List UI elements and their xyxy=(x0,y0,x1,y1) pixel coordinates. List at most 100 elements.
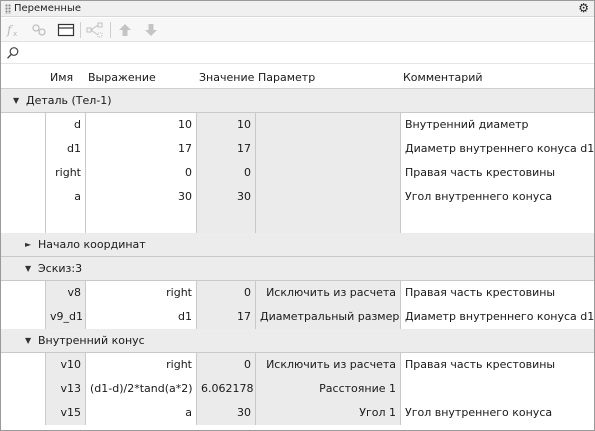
row-gutter xyxy=(1,401,45,425)
table-row[interactable]: d 10 10 Внутренний диаметр xyxy=(1,113,594,137)
search-bar xyxy=(1,43,594,64)
cell-name: v13 xyxy=(45,377,85,401)
row-gutter xyxy=(1,185,45,209)
header-comment[interactable]: Комментарий xyxy=(403,71,483,84)
table-row-new[interactable] xyxy=(1,209,594,233)
cell-expression[interactable]: right xyxy=(85,353,196,377)
cell-expression[interactable]: 10 xyxy=(85,113,196,137)
cell-comment[interactable]: Правая часть крестовины xyxy=(400,281,594,305)
group-row-sketch[interactable]: ▼ Эскиз:3 xyxy=(1,257,594,281)
cell-parameter: Угол 1 xyxy=(255,401,400,425)
cell-parameter xyxy=(255,137,400,161)
link-icon[interactable] xyxy=(30,21,48,39)
group-label: Внутренний конус xyxy=(38,334,145,347)
caret-down-icon[interactable]: ▼ xyxy=(25,336,31,345)
cell-name[interactable]: a xyxy=(45,185,85,209)
table-row[interactable]: right 0 0 Правая часть крестовины xyxy=(1,161,594,185)
caret-down-icon[interactable]: ▼ xyxy=(13,96,19,105)
row-gutter xyxy=(1,137,45,161)
cell-comment[interactable]: Правая часть крестовины xyxy=(400,353,594,377)
cell-expression[interactable]: 17 xyxy=(85,137,196,161)
cell-expression[interactable]: (d1-d)/2*tand(a*2) xyxy=(85,377,196,401)
group-row-part[interactable]: ▼ Деталь (Тел-1) xyxy=(1,89,594,113)
cell-comment[interactable]: Внутренний диаметр xyxy=(400,113,594,137)
panel-title: Переменные xyxy=(14,3,81,14)
table-row[interactable]: v15 a 30 Угол 1 Угол внутреннего конуса xyxy=(1,401,594,425)
table-icon[interactable] xyxy=(57,21,75,39)
cell-name: v10 xyxy=(45,353,85,377)
cell-name[interactable]: d xyxy=(45,113,85,137)
cell-comment[interactable]: Диаметр внутреннего конуса d1 xyxy=(400,137,594,161)
arrow-up-icon[interactable] xyxy=(116,21,134,39)
header-name[interactable]: Имя xyxy=(50,71,73,84)
cell-value: 0 xyxy=(196,161,255,185)
group-row-origin[interactable]: ► Начало координат xyxy=(1,233,594,257)
cell-parameter xyxy=(255,209,400,233)
header-value[interactable]: Значение xyxy=(199,71,254,84)
cell-value: 30 xyxy=(196,401,255,425)
cell-parameter: Диаметральный размер xyxy=(255,305,400,329)
row-gutter xyxy=(1,161,45,185)
cell-expression[interactable]: a xyxy=(85,401,196,425)
cell-expression[interactable] xyxy=(85,209,196,233)
cell-comment[interactable]: Диаметр внутреннего конуса d1 xyxy=(400,305,594,329)
header-parameter[interactable]: Параметр xyxy=(258,71,315,84)
group-label: Эскиз:3 xyxy=(38,262,83,275)
group-label: Начало координат xyxy=(38,238,146,251)
row-gutter xyxy=(1,209,45,233)
cell-comment[interactable] xyxy=(400,377,594,401)
gear-icon[interactable]: ⚙ xyxy=(578,1,589,16)
row-gutter xyxy=(1,281,45,305)
cell-value: 17 xyxy=(196,137,255,161)
caret-down-icon[interactable]: ▼ xyxy=(25,264,31,273)
cell-expression[interactable]: right xyxy=(85,281,196,305)
drag-grip-icon[interactable] xyxy=(5,4,11,14)
caret-right-icon[interactable]: ► xyxy=(25,240,31,249)
diagram-icon[interactable] xyxy=(86,21,104,39)
cell-value: 0 xyxy=(196,281,255,305)
cell-name[interactable] xyxy=(45,209,85,233)
table-header: Имя Выражение Значение Параметр Коммента… xyxy=(1,65,594,89)
cell-value xyxy=(196,209,255,233)
arrow-down-icon[interactable] xyxy=(142,21,160,39)
cell-comment[interactable]: Угол внутреннего конуса xyxy=(400,401,594,425)
cell-value: 10 xyxy=(196,113,255,137)
row-gutter xyxy=(1,353,45,377)
cell-name: v8 xyxy=(45,281,85,305)
group-label: Деталь (Тел-1) xyxy=(26,94,112,107)
search-input[interactable] xyxy=(21,45,581,62)
toolbar: fx xyxy=(1,18,594,42)
cell-parameter: Расстояние 1 xyxy=(255,377,400,401)
cell-expression[interactable]: 30 xyxy=(85,185,196,209)
svg-text:x: x xyxy=(13,30,17,38)
title-bar[interactable]: Переменные ⚙ xyxy=(1,1,594,17)
cell-name[interactable]: right xyxy=(45,161,85,185)
header-expression[interactable]: Выражение xyxy=(88,71,156,84)
table-row[interactable]: v8 right 0 Исключить из расчета Правая ч… xyxy=(1,281,594,305)
cell-comment[interactable]: Угол внутреннего конуса xyxy=(400,185,594,209)
variables-panel: Переменные ⚙ fx Имя Выражение Значение П… xyxy=(0,0,595,431)
cell-comment[interactable]: Правая часть крестовины xyxy=(400,161,594,185)
cell-value: 6.062178 xyxy=(196,377,255,401)
row-gutter xyxy=(1,305,45,329)
cell-value: 30 xyxy=(196,185,255,209)
group-row-inner-cone[interactable]: ▼ Внутренний конус xyxy=(1,329,594,353)
cell-name: v9_d1 xyxy=(45,305,85,329)
cell-comment[interactable] xyxy=(400,209,594,233)
cell-name: v15 xyxy=(45,401,85,425)
cell-parameter xyxy=(255,185,400,209)
table-row[interactable]: v9_d1 d1 17 Диаметральный размер Диаметр… xyxy=(1,305,594,329)
table-row[interactable]: v10 right 0 Исключить из расчета Правая … xyxy=(1,353,594,377)
table-row[interactable]: v13 (d1-d)/2*tand(a*2) 6.062178 Расстоян… xyxy=(1,377,594,401)
cell-parameter xyxy=(255,161,400,185)
table-row[interactable]: a 30 30 Угол внутреннего конуса xyxy=(1,185,594,209)
row-gutter xyxy=(1,377,45,401)
cell-expression[interactable]: 0 xyxy=(85,161,196,185)
table-row[interactable]: d1 17 17 Диаметр внутреннего конуса d1 xyxy=(1,137,594,161)
cell-expression[interactable]: d1 xyxy=(85,305,196,329)
fx-icon[interactable]: fx xyxy=(5,21,23,39)
cell-parameter: Исключить из расчета xyxy=(255,353,400,377)
cell-value: 17 xyxy=(196,305,255,329)
cell-name[interactable]: d1 xyxy=(45,137,85,161)
row-gutter xyxy=(1,113,45,137)
